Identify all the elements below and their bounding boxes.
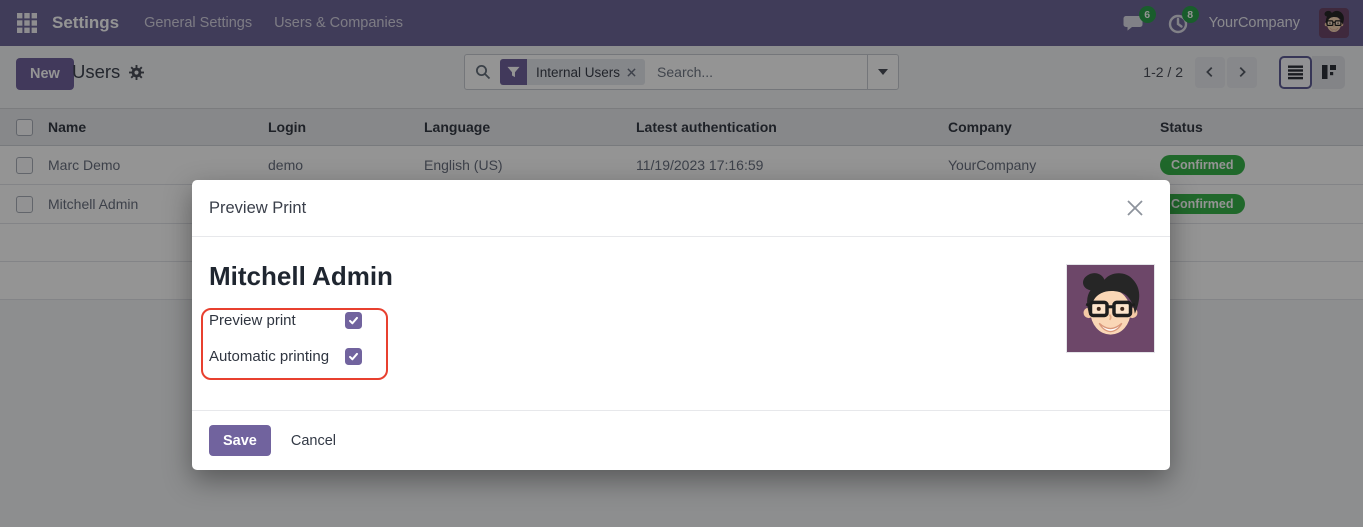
- dialog-footer: Save Cancel: [192, 410, 1170, 470]
- field-preview-print: Preview print: [209, 312, 362, 329]
- save-button[interactable]: Save: [209, 425, 271, 456]
- preview-print-dialog: Preview Print Mitchell Admin Preview pri…: [192, 180, 1170, 470]
- field-automatic-printing: Automatic printing: [209, 348, 362, 365]
- field-label: Preview print: [209, 312, 296, 329]
- close-icon[interactable]: [1122, 195, 1148, 221]
- record-name: Mitchell Admin: [209, 261, 393, 292]
- field-label: Automatic printing: [209, 348, 329, 365]
- automatic-printing-checkbox[interactable]: [345, 348, 362, 365]
- screen: Settings General Settings Users & Compan…: [0, 0, 1363, 527]
- dialog-body: Mitchell Admin Preview print Automatic p…: [192, 237, 1170, 410]
- record-avatar: [1066, 264, 1155, 353]
- cancel-button[interactable]: Cancel: [291, 433, 336, 449]
- dialog-title: Preview Print: [209, 199, 306, 218]
- dialog-header: Preview Print: [192, 180, 1170, 237]
- preview-print-checkbox[interactable]: [345, 312, 362, 329]
